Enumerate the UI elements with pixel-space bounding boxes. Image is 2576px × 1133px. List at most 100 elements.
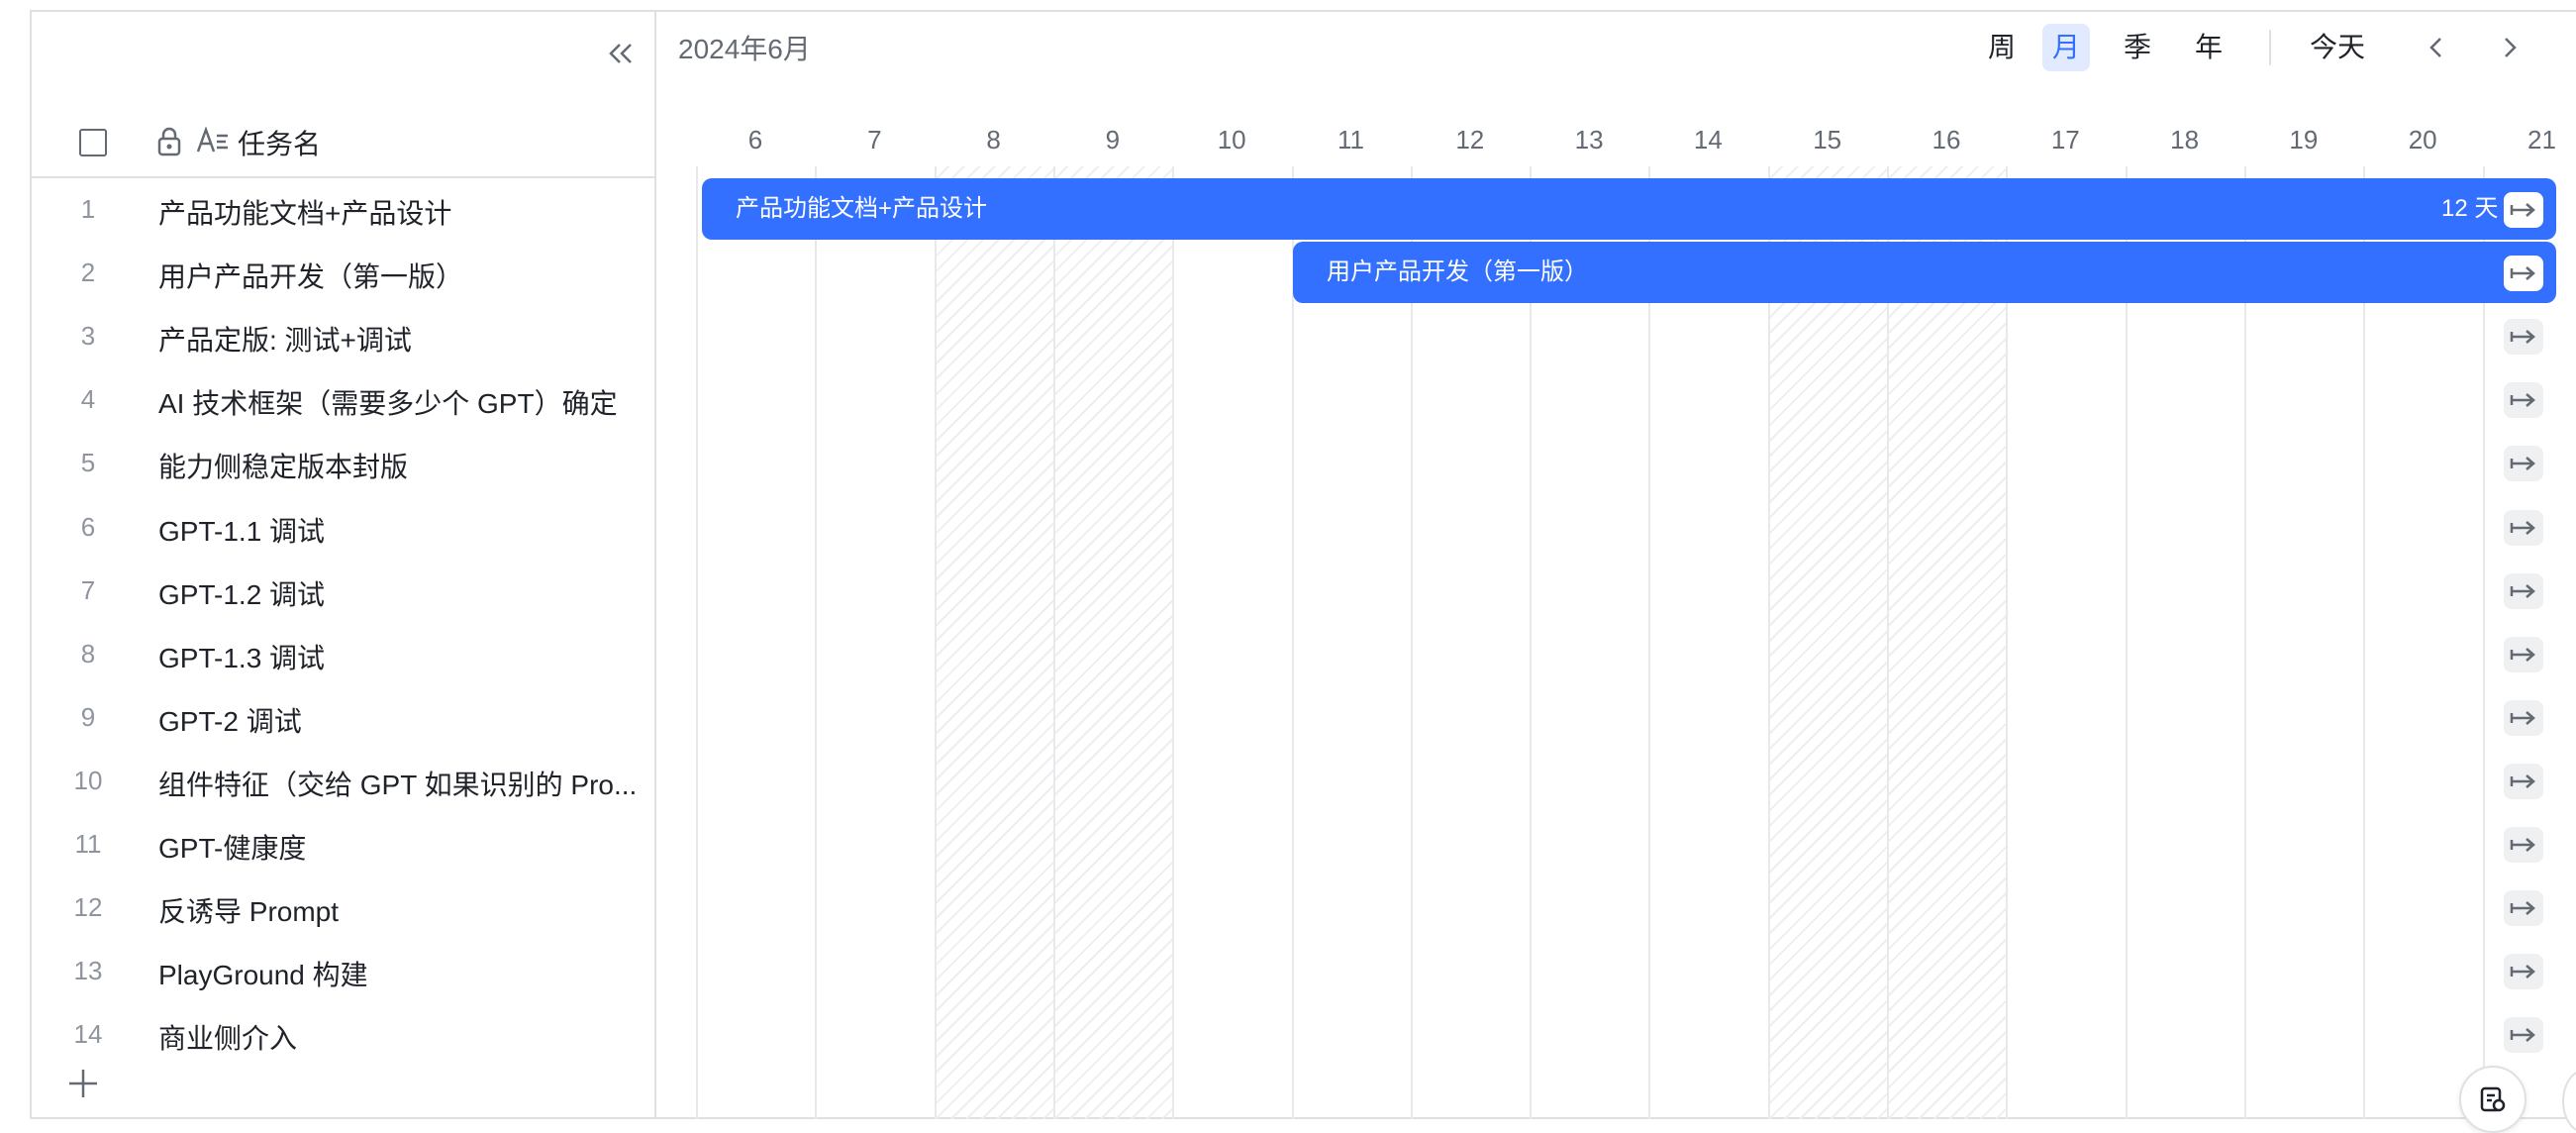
add-task-button[interactable] (63, 1064, 103, 1103)
day-label: 13 (1574, 125, 1604, 154)
row-number: 10 (73, 765, 103, 795)
task-row[interactable]: 13 PlayGround 构建 (30, 940, 654, 1003)
task-name[interactable]: GPT-1.1 调试 (158, 510, 644, 550)
task-row[interactable]: 10 组件特征（交给 GPT 如果识别的 Pro... (30, 750, 654, 813)
month-title: 2024年6月 (678, 34, 811, 64)
task-name[interactable]: 用户产品开发（第一版） (158, 256, 644, 295)
day-grid-line (1291, 166, 1294, 1119)
task-bar-label: 用户产品开发（第一版） (1327, 258, 1588, 286)
task-name[interactable]: GPT-健康度 (158, 827, 644, 867)
day-grid-line (1767, 166, 1770, 1119)
arrow-right-icon (2510, 773, 2535, 788)
row-number: 1 (80, 194, 96, 224)
task-bar[interactable]: 用户产品开发（第一版） (1293, 242, 2556, 304)
day-label: 19 (2289, 125, 2319, 154)
day-grid-line (1530, 166, 1533, 1119)
task-name[interactable]: GPT-2 调试 (158, 700, 644, 740)
scroll-to-task-button[interactable] (2504, 827, 2543, 863)
arrow-right-icon (2510, 266, 2535, 281)
plus-icon (69, 1070, 97, 1097)
timeline-grid: 产品功能文档+产品设计 12 天 日用户产品开发（第一版） (656, 166, 2576, 1119)
task-row[interactable]: 4 AI 技术框架（需要多少个 GPT）确定 (30, 368, 654, 432)
scroll-to-task-button[interactable] (2504, 446, 2543, 482)
arrow-right-icon (2510, 520, 2535, 535)
task-name[interactable]: 能力侧稳定版本封版 (158, 446, 644, 485)
task-row[interactable]: 11 GPT-健康度 (30, 813, 654, 876)
row-number: 12 (73, 892, 103, 923)
day-grid-line (1052, 166, 1055, 1119)
day-label: 21 (2527, 125, 2556, 154)
day-label: 12 (1455, 125, 1485, 154)
lock-icon (156, 127, 182, 161)
scroll-to-task-button[interactable] (2504, 256, 2543, 292)
arrow-right-icon (2510, 647, 2535, 662)
task-name[interactable]: 产品定版: 测试+调试 (158, 319, 644, 359)
view-quarter-button[interactable]: 季 (2114, 24, 2161, 71)
row-number: 4 (80, 384, 96, 415)
view-year-button[interactable]: 年 (2185, 24, 2232, 71)
prev-period-button[interactable] (2417, 28, 2456, 67)
day-grid-line (815, 166, 818, 1119)
task-name[interactable]: 商业侧介入 (158, 1017, 644, 1057)
column-header-task-name[interactable]: 任务名 (238, 123, 321, 162)
select-all-checkbox[interactable] (79, 129, 107, 156)
day-grid-line (2363, 166, 2366, 1119)
task-row[interactable]: 14 商业侧介入 (30, 1003, 654, 1067)
scroll-to-task-button[interactable] (2504, 1017, 2543, 1054)
scroll-to-task-button[interactable] (2504, 699, 2543, 736)
task-bar[interactable]: 产品功能文档+产品设计 12 天 日 (702, 178, 2556, 240)
row-number: 11 (74, 829, 102, 859)
scroll-to-task-button[interactable] (2504, 192, 2543, 228)
task-row[interactable]: 2 用户产品开发（第一版） (30, 242, 654, 305)
task-row[interactable]: 1 产品功能文档+产品设计 (30, 178, 654, 242)
task-name[interactable]: GPT-1.3 调试 (158, 637, 644, 676)
day-grid-line (2243, 166, 2246, 1119)
feedback-button[interactable] (2459, 1066, 2526, 1133)
feedback-icon (2480, 1086, 2506, 1112)
arrow-right-icon (2510, 710, 2535, 725)
scroll-to-task-button[interactable] (2504, 636, 2543, 672)
view-month-button[interactable]: 月 (2042, 24, 2090, 71)
chevron-left-icon (2429, 38, 2441, 57)
task-row[interactable]: 7 GPT-1.2 调试 (30, 560, 654, 623)
arrow-right-icon (2510, 330, 2535, 345)
task-name[interactable]: AI 技术框架（需要多少个 GPT）确定 (158, 382, 644, 422)
toolbar-divider (2269, 30, 2271, 65)
day-grid-line (934, 166, 937, 1119)
task-name[interactable]: 反诱导 Prompt (158, 890, 644, 930)
scroll-to-task-button[interactable] (2504, 954, 2543, 990)
task-row[interactable]: 9 GPT-2 调试 (30, 686, 654, 750)
row-number: 2 (80, 258, 96, 288)
collapse-panel-button[interactable] (601, 34, 641, 73)
day-label: 20 (2408, 125, 2437, 154)
weekend-column (1052, 166, 1173, 1119)
view-week-button[interactable]: 周 (1978, 24, 2026, 71)
task-row[interactable]: 5 能力侧稳定版本封版 (30, 432, 654, 495)
arrow-right-icon (2510, 393, 2535, 408)
task-row[interactable]: 8 GPT-1.3 调试 (30, 623, 654, 686)
task-row[interactable]: 3 产品定版: 测试+调试 (30, 305, 654, 368)
day-label: 17 (2050, 125, 2080, 154)
task-name[interactable]: 产品功能文档+产品设计 (158, 192, 644, 232)
scroll-to-task-button[interactable] (2504, 890, 2543, 927)
scroll-to-task-button[interactable] (2504, 319, 2543, 356)
day-grid-line (2125, 166, 2128, 1119)
day-grid-line (1887, 166, 1889, 1119)
weekend-column (934, 166, 1053, 1119)
scroll-to-task-button[interactable] (2504, 509, 2543, 546)
row-number: 9 (80, 701, 96, 732)
text-field-icon (196, 126, 230, 160)
next-period-button[interactable] (2490, 28, 2529, 67)
scroll-to-task-button[interactable] (2504, 382, 2543, 419)
scroll-to-task-button[interactable] (2504, 763, 2543, 799)
task-name[interactable]: 组件特征（交给 GPT 如果识别的 Pro... (158, 764, 644, 803)
task-row[interactable]: 12 反诱导 Prompt (30, 876, 654, 940)
task-row[interactable]: 6 GPT-1.1 调试 (30, 496, 654, 560)
scroll-to-task-button[interactable] (2504, 572, 2543, 609)
task-name[interactable]: GPT-1.2 调试 (158, 573, 644, 613)
task-name[interactable]: PlayGround 构建 (158, 954, 644, 993)
today-button[interactable]: 今天 (2310, 24, 2365, 71)
weekend-column (1767, 166, 1887, 1119)
day-grid-line (2006, 166, 2009, 1119)
day-label: 7 (867, 125, 882, 154)
